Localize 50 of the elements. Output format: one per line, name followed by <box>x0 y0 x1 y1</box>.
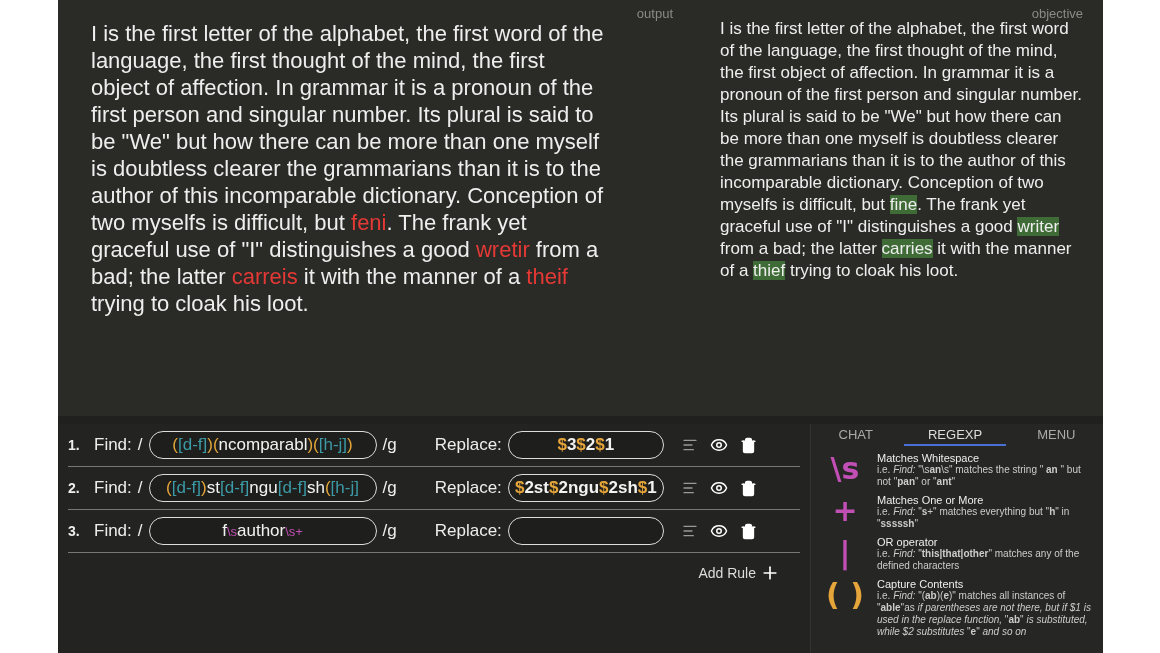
regex-symbol: | <box>838 536 852 572</box>
help-title: Matches One or More <box>877 494 985 506</box>
replace-label: Replace: <box>434 521 502 541</box>
regex-symbol: ( ) <box>825 578 865 614</box>
tab[interactable]: REGEXP <box>904 424 1007 446</box>
trash-icon[interactable] <box>739 479 757 497</box>
tab[interactable]: MENU <box>1013 424 1100 446</box>
slash: / <box>137 521 143 541</box>
help-title: Matches Whitespace <box>877 452 980 464</box>
help-title: Capture Contents <box>877 578 964 590</box>
eye-icon[interactable] <box>709 522 728 540</box>
replace-field[interactable]: $2st$2ngu$2sh$1 <box>507 474 664 502</box>
rule-number: 3. <box>68 523 81 539</box>
lines-icon[interactable] <box>681 437 698 453</box>
rule-number: 2. <box>68 480 81 496</box>
slash: / <box>137 478 143 498</box>
find-field[interactable]: f\sauthor\s+ <box>148 517 377 545</box>
find-label: Find: <box>94 435 132 455</box>
replace-field[interactable]: $3$2$1 <box>507 431 664 459</box>
text-paragraph: I is the first letter of the alphabet, the first word of the language, the first thought of the mind, the first object of affection. In grammar it is a pronoun of the first person and singular number. Its plural is said to be "We" but how there can be more than one myself is doubtless clearer the grammarians than it is to the author of this incomparable dictionary. Conception of two myselfs is difficult, but feni. The frank yet graceful use of "I" distinguishes a good wretir from a bad; the latter carreis it with the manner of a theif trying to cloak his loot. <box>91 20 605 317</box>
replace-field[interactable] <box>507 517 664 545</box>
regex-symbol: \s <box>829 452 861 488</box>
flag-text: /g <box>382 521 397 541</box>
panel-label: output <box>636 6 673 21</box>
panel-label: objective <box>1031 6 1083 21</box>
help-title: OR operator <box>877 536 938 548</box>
trash-icon[interactable] <box>739 522 757 540</box>
tab[interactable]: CHAT <box>814 424 897 446</box>
flag-text: /g <box>382 478 397 498</box>
replace-label: Replace: <box>434 435 502 455</box>
add-rule-button[interactable]: Add Rule <box>698 563 780 583</box>
trash-icon[interactable] <box>739 436 757 454</box>
help-description: i.e. Find: "(ab)(e)" matches all instances of "able"as if parentheses are not there, but if $1 is used in the replace function, "ab" is substituted, while $2 substitutes "e" and so on <box>877 590 1092 638</box>
text-paragraph: I is the first letter of the alphabet, the first word of the language, the first thought of the mind, the first object of affection. In grammar it is a pronoun of the first person and singular number. Its plural is said to be "We" but how there can be more than one myself is doubtless clearer the grammarians than it is to the author of this incomparable dictionary. Conception of two myselfs is difficult, but fine. The frank yet graceful use of "I" distinguishes a good writer from a bad; the latter carries it with the manner of a thief trying to cloak his loot. <box>720 19 1082 282</box>
help-description: i.e. Find: "s+" matches everything but "h" in "sssssh" <box>877 506 1071 530</box>
replace-label: Replace: <box>434 478 502 498</box>
eye-icon[interactable] <box>709 436 728 454</box>
lines-icon[interactable] <box>681 480 698 496</box>
find-field[interactable]: ([d-f])(ncomparabl)([h-j]) <box>148 431 377 459</box>
find-label: Find: <box>94 521 132 541</box>
flag-text: /g <box>382 435 397 455</box>
lines-icon[interactable] <box>681 523 698 539</box>
help-description: i.e. Find: "this|that|other" matches any of the defined characters <box>877 548 1081 572</box>
rule-number: 1. <box>68 437 81 453</box>
eye-icon[interactable] <box>709 479 728 497</box>
regex-symbol: + <box>831 494 859 530</box>
slash: / <box>137 435 143 455</box>
find-field[interactable]: ([d-f])st[d-f]ngu[d-f]sh([h-j] <box>148 474 377 502</box>
find-label: Find: <box>94 478 132 498</box>
help-description: i.e. Find: "\san\s" matches the string " an " but not "pan" or "ant" <box>877 464 1082 488</box>
